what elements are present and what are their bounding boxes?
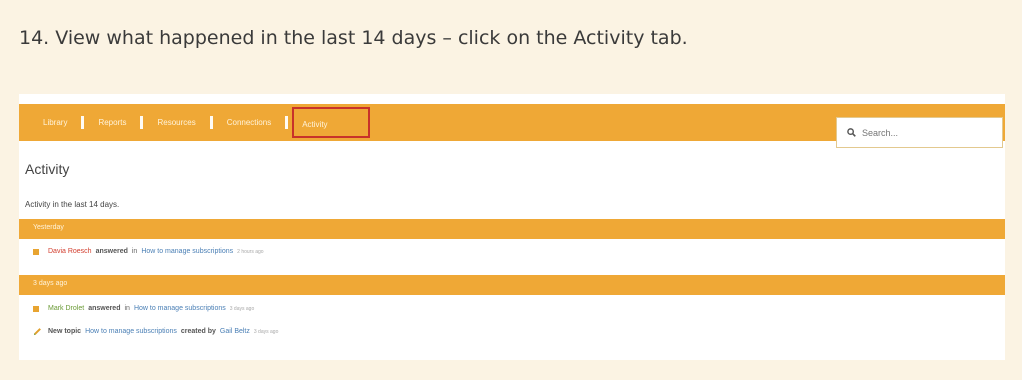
instruction-text: 14. View what happened in the last 14 da… (19, 27, 688, 49)
nav-separator (285, 116, 289, 129)
tab-resources[interactable]: Resources (143, 116, 209, 130)
user-link[interactable]: Gail Beltz (220, 328, 250, 335)
activity-item: New topic How to manage subscriptions cr… (33, 327, 278, 336)
tab-activity[interactable]: Activity (292, 107, 370, 138)
activity-item: Davia Roesch answered in How to manage s… (33, 248, 264, 255)
answer-icon (33, 248, 39, 255)
topic-link[interactable]: How to manage subscriptions (85, 328, 177, 335)
nav-separator (81, 116, 85, 129)
topic-link[interactable]: How to manage subscriptions (134, 305, 226, 312)
pencil-icon (33, 328, 41, 336)
search-icon (847, 128, 856, 137)
user-link[interactable]: Davia Roesch (48, 248, 92, 255)
topic-link[interactable]: How to manage subscriptions (141, 248, 233, 255)
answer-icon (33, 305, 39, 312)
activity-verb: answered (95, 248, 128, 255)
timestamp: 2 hours ago (237, 248, 264, 255)
timestamp: 3 days ago (253, 328, 279, 335)
search-box[interactable] (836, 117, 1003, 148)
page-subtitle: Activity in the last 14 days. (25, 200, 120, 209)
tab-reports[interactable]: Reports (84, 116, 140, 130)
nav-separator (209, 116, 213, 129)
screenshot-frame: Library Reports Resources Connections Ac… (19, 94, 1005, 360)
tab-library[interactable]: Library (29, 116, 81, 130)
top-nav-bar: Library Reports Resources Connections Ac… (19, 104, 1005, 148)
tab-connections[interactable]: Connections (213, 116, 285, 130)
activity-item: Mark Drolet answered in How to manage su… (33, 305, 254, 312)
activity-verb: created by (180, 328, 216, 335)
section-header-label: Yesterday (33, 224, 64, 231)
activity-preposition: in (131, 248, 138, 255)
activity-preposition: in (124, 305, 130, 312)
section-header-label: 3 days ago (33, 280, 68, 287)
user-link[interactable]: Mark Drolet (48, 305, 84, 312)
search-input[interactable] (862, 127, 982, 138)
section-header-3-days-ago: 3 days ago (19, 275, 1005, 295)
section-header-yesterday: Yesterday (19, 219, 1005, 239)
page-title: Activity (25, 161, 70, 177)
timestamp: 3 days ago (229, 305, 255, 312)
activity-lead: New topic (48, 328, 82, 335)
activity-verb: answered (88, 305, 121, 312)
nav-separator (140, 116, 144, 129)
